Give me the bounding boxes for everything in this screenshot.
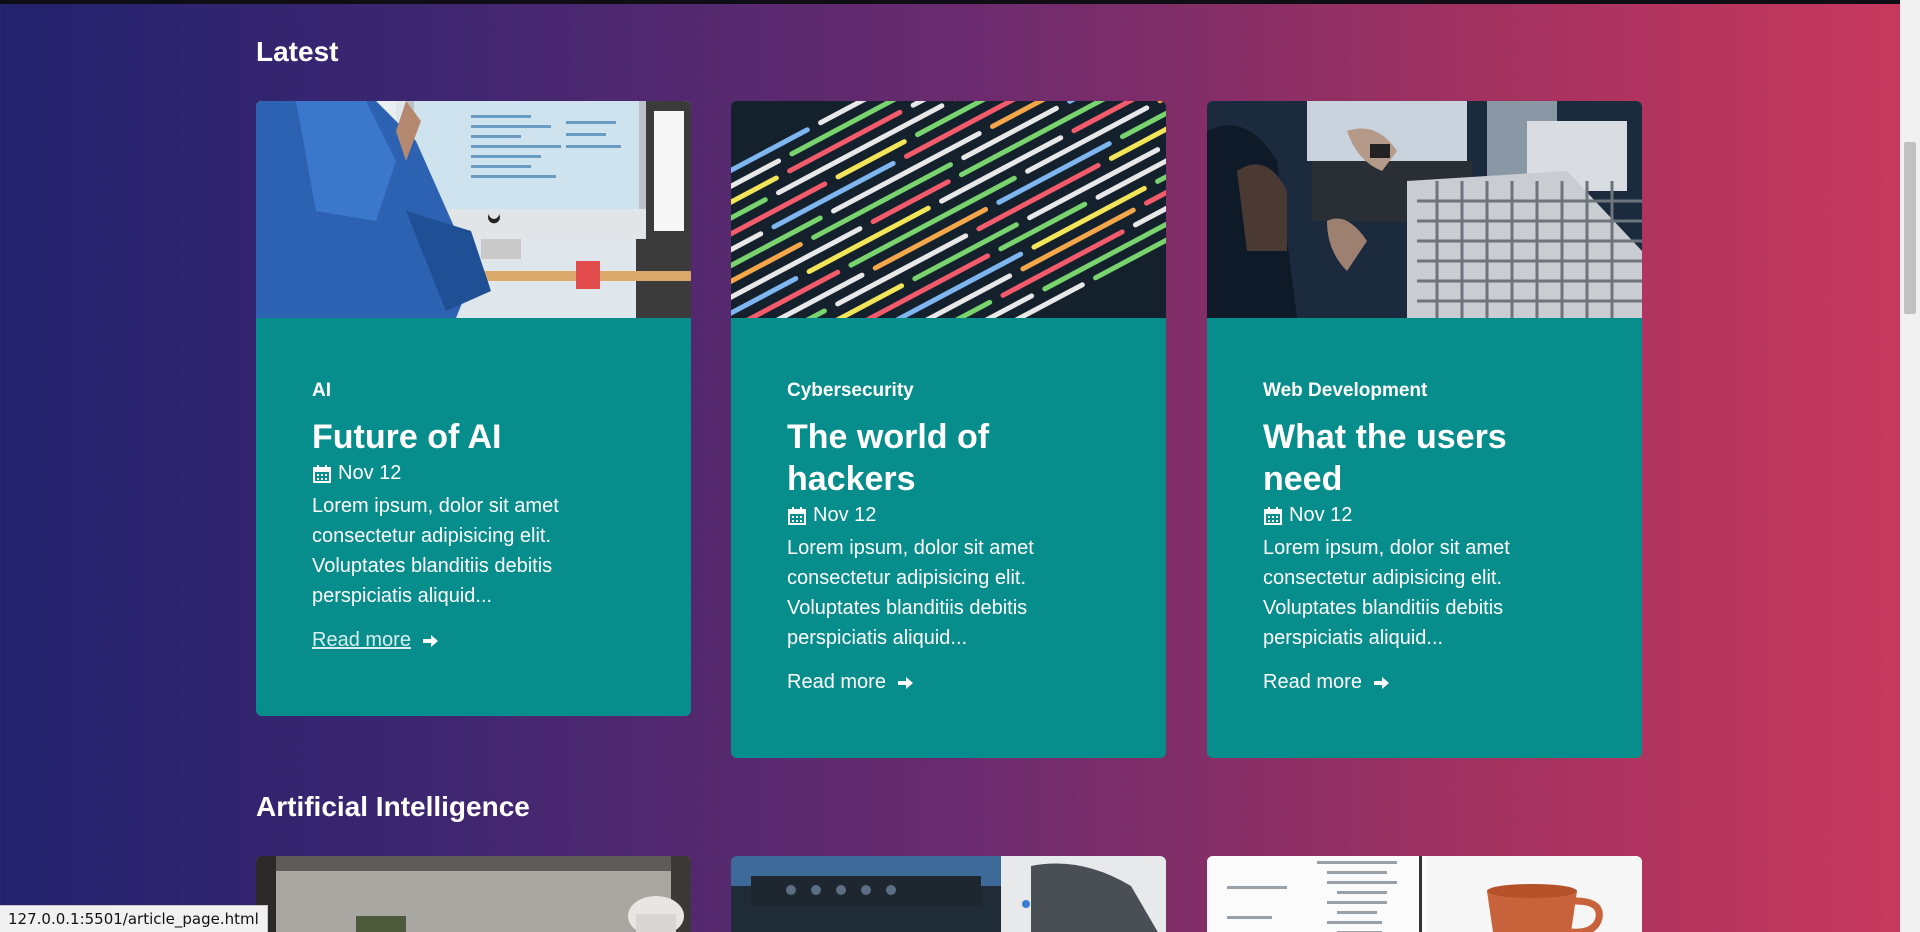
article-image-web-development: [1207, 101, 1642, 318]
article-card-ai-row-3[interactable]: [1207, 856, 1642, 932]
read-more-link[interactable]: Read more: [787, 671, 914, 694]
scrollbar-thumb[interactable]: [1904, 142, 1916, 314]
section-title-artificial-intelligence: Artificial Intelligence: [256, 791, 530, 822]
card-date: Nov 12: [787, 504, 1110, 527]
card-date: Nov 12: [312, 462, 635, 485]
section-title-latest: Latest: [256, 36, 339, 67]
date-text: Nov 12: [1289, 504, 1353, 526]
card-excerpt: Lorem ipsum, dolor sit amet consectetur …: [1263, 537, 1510, 649]
card-title[interactable]: Future of AI: [312, 416, 612, 458]
calendar-icon: [313, 464, 331, 483]
article-image-laptop-blur: [731, 856, 1166, 932]
article-image-cybersecurity: [731, 101, 1166, 318]
article-card-ai-row-2[interactable]: [731, 856, 1166, 932]
read-more-label: Read more: [787, 671, 886, 693]
calendar-icon: [1264, 506, 1282, 525]
card-title[interactable]: The world of hackers: [787, 416, 1087, 500]
card-category: AI: [312, 380, 331, 401]
card-date: Nov 12: [1263, 504, 1586, 527]
article-card-ai[interactable]: AI Future of AI Nov 12 Lorem ipsum, dolo…: [256, 101, 691, 716]
read-more-link[interactable]: Read more: [312, 629, 439, 652]
article-image-code-and-mug: [1207, 856, 1642, 932]
arrow-right-icon: [422, 634, 438, 647]
article-card-web-development[interactable]: Web Development What the users need Nov …: [1207, 101, 1642, 758]
calendar-icon: [788, 506, 806, 525]
card-category: Cybersecurity: [787, 380, 914, 401]
article-image-desk-lamp: [256, 856, 691, 932]
article-card-cybersecurity[interactable]: Cybersecurity The world of hackers Nov 1…: [731, 101, 1166, 758]
page-scrollbar[interactable]: [1900, 0, 1920, 932]
read-more-label: Read more: [1263, 671, 1362, 693]
card-title[interactable]: What the users need: [1263, 416, 1563, 500]
browser-top-edge: [0, 0, 1920, 4]
arrow-right-icon: [897, 676, 913, 689]
card-excerpt: Lorem ipsum, dolor sit amet consectetur …: [787, 537, 1034, 649]
article-image-ai: [256, 101, 691, 318]
date-text: Nov 12: [338, 462, 402, 484]
date-text: Nov 12: [813, 504, 877, 526]
read-more-link[interactable]: Read more: [1263, 671, 1390, 694]
article-card-ai-row-1[interactable]: [256, 856, 691, 932]
browser-status-url: 127.0.0.1:5501/article_page.html: [0, 905, 268, 932]
card-excerpt: Lorem ipsum, dolor sit amet consectetur …: [312, 495, 559, 607]
arrow-right-icon: [1373, 676, 1389, 689]
read-more-label: Read more: [312, 629, 411, 651]
card-category: Web Development: [1263, 380, 1428, 401]
